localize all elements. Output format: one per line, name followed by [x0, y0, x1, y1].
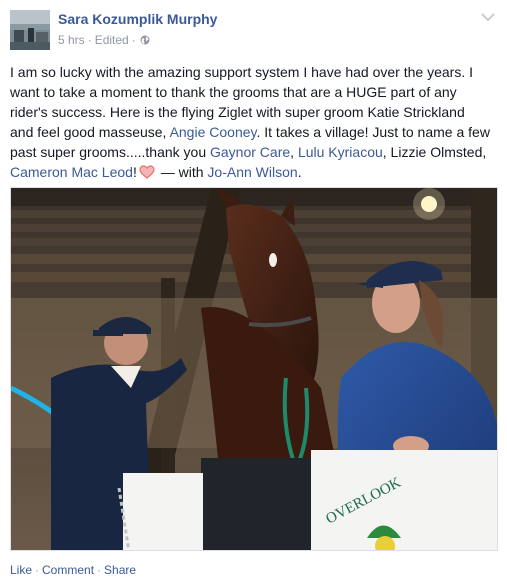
meta-separator: ·: [131, 33, 136, 47]
post-actions: Like · Comment · Share: [10, 563, 136, 577]
facebook-post: Sara Kozumplik Murphy 5 hrs · Edited · I…: [0, 0, 507, 587]
tag-jo-ann-wilson[interactable]: Jo-Ann Wilson: [207, 164, 297, 180]
like-button[interactable]: Like: [10, 563, 32, 577]
post-text: I am so lucky with the amazing support s…: [10, 62, 490, 182]
actions-separator: ·: [97, 563, 102, 577]
tag-lulu-kyriacou[interactable]: Lulu Kyriacou: [298, 144, 383, 160]
edited-label[interactable]: Edited: [95, 33, 129, 47]
post-photo[interactable]: OVERLOOK: [10, 187, 498, 551]
post-timestamp[interactable]: 5 hrs: [58, 33, 85, 47]
tag-gaynor-care[interactable]: Gaynor Care: [210, 144, 290, 160]
post-meta: 5 hrs · Edited ·: [58, 33, 150, 47]
meta-separator: ·: [87, 33, 92, 47]
globe-icon[interactable]: [140, 35, 150, 45]
with-text: — with: [156, 164, 208, 180]
avatar-image: [10, 10, 50, 50]
tag-angie-cooney[interactable]: Angie Cooney: [170, 124, 257, 140]
heart-icon: [139, 165, 155, 179]
author-name[interactable]: Sara Kozumplik Murphy: [58, 11, 217, 27]
post-text-part: .: [297, 164, 302, 180]
actions-separator: ·: [35, 563, 40, 577]
post-text-part: ,: [290, 144, 298, 160]
photo-image: OVERLOOK: [11, 188, 497, 550]
post-text-part: , Lizzie Olmsted,: [382, 144, 487, 160]
author-avatar[interactable]: [10, 10, 50, 50]
chevron-down-icon[interactable]: [481, 12, 495, 22]
comment-button[interactable]: Comment: [42, 563, 94, 577]
tag-cameron-mac-leod[interactable]: Cameron Mac Leod: [10, 164, 133, 180]
post-text-part: !: [132, 164, 137, 180]
share-button[interactable]: Share: [104, 563, 136, 577]
